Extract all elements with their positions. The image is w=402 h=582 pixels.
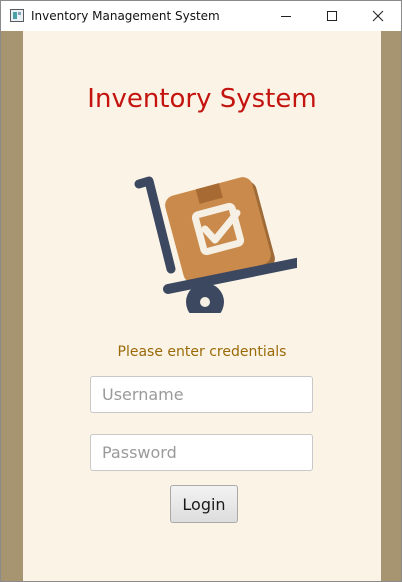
maximize-button[interactable] <box>309 1 355 31</box>
username-input[interactable] <box>90 376 313 413</box>
close-button[interactable] <box>355 1 401 31</box>
window-title: Inventory Management System <box>31 9 220 23</box>
minimize-button[interactable] <box>263 1 309 31</box>
client-area: Inventory System Please enter credential… <box>1 31 401 581</box>
page-title: Inventory System <box>87 84 317 114</box>
login-panel: Inventory System Please enter credential… <box>23 31 381 581</box>
app-window: Inventory Management System Inventory Sy… <box>0 0 402 582</box>
hand-truck-with-box-icon <box>134 176 297 313</box>
close-icon <box>372 10 384 22</box>
password-input[interactable] <box>90 434 313 471</box>
app-icon <box>10 9 24 22</box>
title-bar[interactable]: Inventory Management System <box>1 1 401 31</box>
credentials-prompt: Please enter credentials <box>117 344 287 360</box>
maximize-icon <box>327 11 337 21</box>
login-button[interactable]: Login <box>170 485 238 523</box>
minimize-icon <box>281 16 291 17</box>
